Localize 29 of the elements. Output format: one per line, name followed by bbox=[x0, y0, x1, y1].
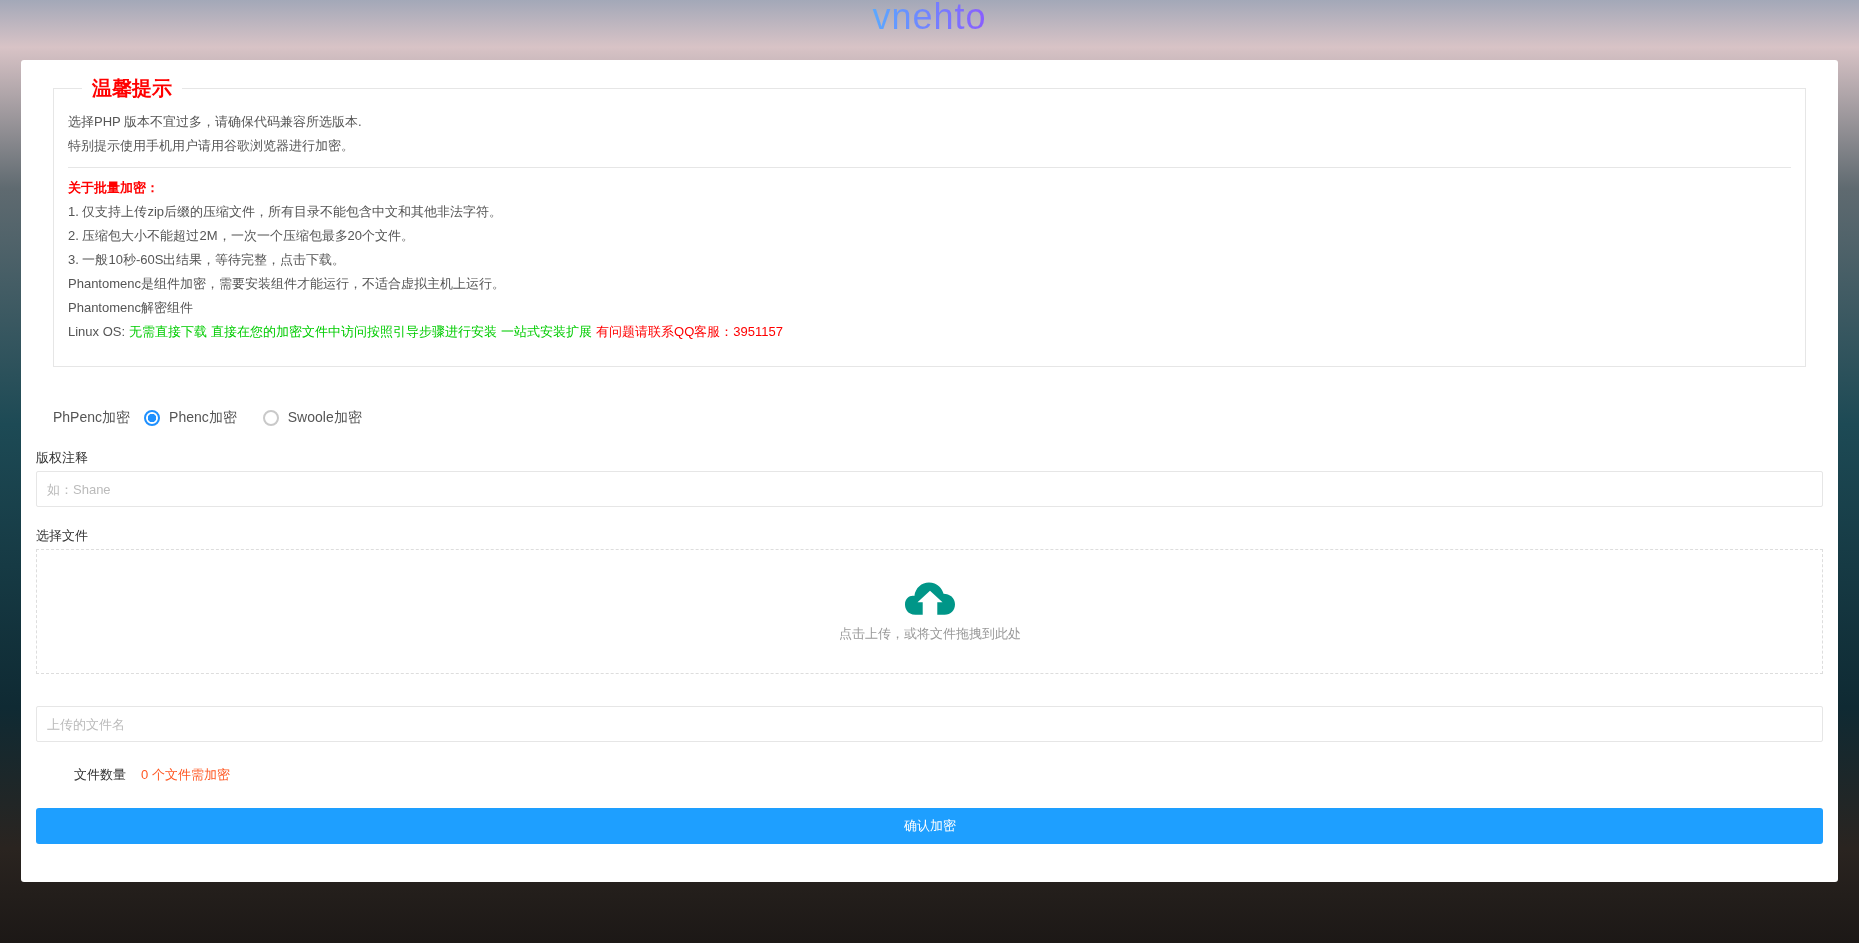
notice-text: Linux OS: bbox=[68, 323, 126, 341]
radio-option[interactable]: Phenc加密 bbox=[144, 409, 237, 427]
radio-icon[interactable] bbox=[144, 410, 161, 426]
file-count-label: 文件数量 bbox=[74, 766, 126, 784]
notice-text: 无需直接下载 bbox=[129, 323, 208, 341]
upload-hint: 点击上传，或将文件拖拽到此处 bbox=[838, 624, 1021, 643]
encryption-label: PhPenc加密 bbox=[53, 409, 131, 427]
notice-text: 3. 一般10秒-60S出结果，等待完整，点击下载。 bbox=[68, 251, 346, 269]
notice-text: 有问题请联系QQ客服：3951157 bbox=[596, 323, 783, 341]
notice-text: 1. 仅支持上传zip后缀的压缩文件，所有目录不能包含中文和其他非法字符。 bbox=[68, 203, 503, 221]
notice-text: 特别提示使用手机用户请用谷歌浏览器进行加密。 bbox=[68, 137, 355, 155]
radio-icon[interactable] bbox=[262, 410, 279, 426]
radio-option[interactable]: Swoole加密 bbox=[262, 409, 362, 427]
notice-heading: 关于批量加密： bbox=[68, 179, 160, 197]
notice-text: 直接在您的加密文件中访问按照引导步骤进行安装 bbox=[211, 323, 498, 341]
notice-text: 2. 压缩包大小不能超过2M，一次一个压缩包最多20个文件。 bbox=[68, 227, 414, 245]
copyright-field[interactable]: 如：Shane bbox=[36, 471, 1823, 507]
notice-title: 温馨提示 bbox=[91, 76, 173, 101]
notice-text: Phantomenc是组件加密，需要安装组件才能运行，不适合虚拟主机上运行。 bbox=[68, 275, 505, 293]
radio-label[interactable]: Swoole加密 bbox=[287, 409, 362, 427]
radio-label[interactable]: Phenc加密 bbox=[169, 409, 237, 427]
notice-text: Phantomenc解密组件 bbox=[68, 299, 193, 317]
cloud-upload-icon bbox=[904, 580, 955, 615]
field-label: 版权注释 bbox=[36, 449, 89, 467]
filename-field[interactable]: 上传的文件名 bbox=[36, 706, 1823, 742]
notice-text: 选择PHP 版本不宜过多，请确保代码兼容所选版本. bbox=[68, 113, 363, 131]
notice-text: 一站式安装扩展 bbox=[501, 323, 593, 341]
file-count-value: 0 个文件需加密 bbox=[141, 766, 230, 784]
field-label: 选择文件 bbox=[36, 527, 89, 545]
